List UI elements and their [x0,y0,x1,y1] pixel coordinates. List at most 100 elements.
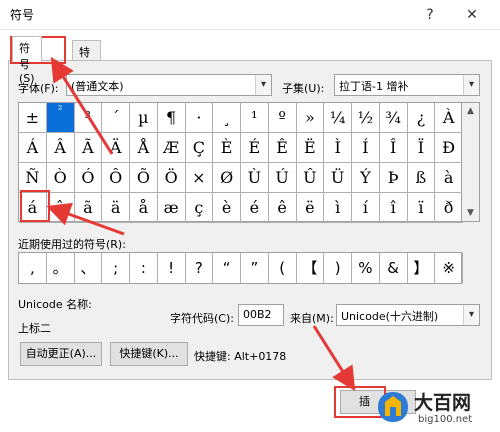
symbol-cell[interactable]: ç [185,193,214,223]
scroll-up-icon[interactable]: ▲ [462,103,479,119]
char-code-input[interactable]: 00B2 [238,304,284,326]
symbol-cell[interactable]: Ê [268,133,297,163]
subset-label: 子集(U): [282,82,325,95]
symbol-cell[interactable]: » [296,103,325,133]
recent-symbol-cell[interactable]: ※ [435,253,463,283]
symbol-cell[interactable]: Ý [352,163,380,193]
symbol-cell[interactable]: Ú [268,163,297,193]
symbol-cell[interactable]: º [268,103,297,133]
symbol-cell[interactable]: ì [324,193,352,223]
symbol-cell[interactable]: Ï [407,133,436,163]
symbol-cell[interactable]: Þ [379,163,408,193]
symbol-cell[interactable]: µ [130,103,158,133]
symbol-cell[interactable]: Ä [102,133,130,163]
symbol-cell[interactable]: ¶ [157,103,186,133]
symbol-cell[interactable]: Ö [157,163,186,193]
symbol-cell[interactable]: É [241,133,269,163]
symbol-cell[interactable]: ± [19,103,47,133]
recent-symbols-label: 近期使用过的符号(R): [18,238,126,251]
font-select[interactable]: (普通文本) ▾ [66,74,272,96]
tab-symbols[interactable]: 符号(S) [12,36,42,85]
symbol-cell[interactable]: è [213,193,241,223]
symbol-cell[interactable]: ä [102,193,130,223]
symbol-cell[interactable]: Ç [185,133,214,163]
subset-select[interactable]: 拉丁语-1 增补 ▾ [334,74,480,96]
symbol-cell[interactable]: Î [379,133,408,163]
symbol-cell[interactable]: Ù [241,163,269,193]
recent-symbol-cell[interactable]: ” [241,253,269,283]
symbol-cell[interactable]: ë [296,193,325,223]
symbol-cell[interactable]: ê [268,193,297,223]
symbol-cell[interactable]: Ò [46,163,75,193]
recent-symbol-cell[interactable]: 】 [408,253,436,283]
help-button[interactable]: ? [418,4,442,26]
symbol-cell[interactable]: ³ [74,103,103,133]
symbol-cell[interactable]: Û [296,163,325,193]
symbol-cell[interactable]: È [213,133,241,163]
from-select[interactable]: Unicode(十六进制) ▾ [336,304,480,326]
symbol-cell[interactable]: í [352,193,380,223]
symbol-cell[interactable]: Ó [74,163,103,193]
symbol-cell[interactable]: ¼ [324,103,352,133]
recent-symbol-cell[interactable]: 。 [47,253,75,283]
symbol-cell[interactable]: Å [130,133,158,163]
autocorrect-button[interactable]: 自动更正(A)... [20,342,102,366]
symbol-cell[interactable]: Ü [324,163,352,193]
symbol-cell[interactable]: Ë [296,133,325,163]
symbol-cell[interactable]: Á [19,133,47,163]
symbol-cell[interactable]: ¿ [407,103,436,133]
shortcut-key-button[interactable]: 快捷键(K)... [110,342,188,366]
symbol-cell[interactable]: Ã [74,133,103,163]
symbol-cell[interactable]: · [185,103,214,133]
watermark: 大百网 big100.net [376,388,494,428]
symbol-cell[interactable]: ð [435,193,463,223]
symbol-cell[interactable]: î [379,193,408,223]
symbol-cell[interactable]: é [241,193,269,223]
tab-special-characters[interactable]: 特殊字符(P) [72,40,102,121]
symbol-cell[interactable]: Ø [213,163,241,193]
symbol-cell[interactable]: À [435,103,463,133]
recent-symbol-cell[interactable]: : [130,253,158,283]
recent-symbol-cell[interactable]: ! [158,253,186,283]
symbol-cell[interactable]: Ô [102,163,130,193]
recent-symbols-row[interactable]: ,。、;:!? “”(【)% &】 ※ [18,252,463,284]
symbol-cell[interactable]: Æ [157,133,186,163]
watermark-logo-icon [378,392,408,422]
recent-symbol-cell[interactable]: ( [269,253,297,283]
recent-symbol-cell[interactable]: & [380,253,408,283]
from-select-value: Unicode(十六进制) [341,310,439,323]
symbol-cell[interactable]: Â [46,133,75,163]
symbol-cell[interactable]: ß [407,163,436,193]
symbol-cell[interactable]: ½ [352,103,380,133]
recent-symbol-cell[interactable]: % [352,253,380,283]
recent-symbol-cell[interactable]: 、 [75,253,103,283]
symbol-cell[interactable]: Ð [435,133,463,163]
grid-scrollbar[interactable]: ▲ ▼ [462,102,480,222]
symbol-cell[interactable]: Ñ [19,163,47,193]
recent-symbol-cell[interactable]: ? [186,253,214,283]
recent-symbol-cell[interactable]: ; [102,253,130,283]
recent-symbol-cell[interactable]: ) [324,253,352,283]
symbol-cell[interactable]: æ [157,193,186,223]
symbol-cell[interactable]: ¹ [241,103,269,133]
recent-symbol-cell[interactable]: 【 [297,253,325,283]
watermark-url: big100.net [418,414,473,425]
symbol-grid[interactable]: ± ² ³ ´ µ ¶ · ¸ ¹ º» ¼ ½ ¾ ¿ À Á Â Ã Ä Å Æ Ç È É Ê Ë Ì Í Î Ï Ð Ñ Ò Ó Ô Õ Ö × Ø… [18,102,463,223]
symbol-cell[interactable]: ¾ [379,103,408,133]
symbol-cell[interactable]: å [130,193,158,223]
symbol-cell[interactable]: ² [46,103,75,133]
scroll-down-icon[interactable]: ▼ [462,205,479,221]
recent-symbol-cell[interactable]: “ [213,253,241,283]
recent-symbol-cell[interactable]: , [19,253,47,283]
symbol-cell[interactable]: à [435,163,463,193]
symbol-cell[interactable]: â [46,193,75,223]
symbol-cell[interactable]: × [185,163,214,193]
symbol-cell[interactable]: Õ [130,163,158,193]
symbol-cell[interactable]: ã [74,193,103,223]
symbol-cell[interactable]: ´ [102,103,130,133]
symbol-cell[interactable]: Ì [324,133,352,163]
symbol-cell[interactable]: Í [352,133,380,163]
symbol-cell[interactable]: ¸ [213,103,241,133]
close-button[interactable]: ✕ [460,4,484,26]
symbol-cell[interactable]: ï [407,193,436,223]
